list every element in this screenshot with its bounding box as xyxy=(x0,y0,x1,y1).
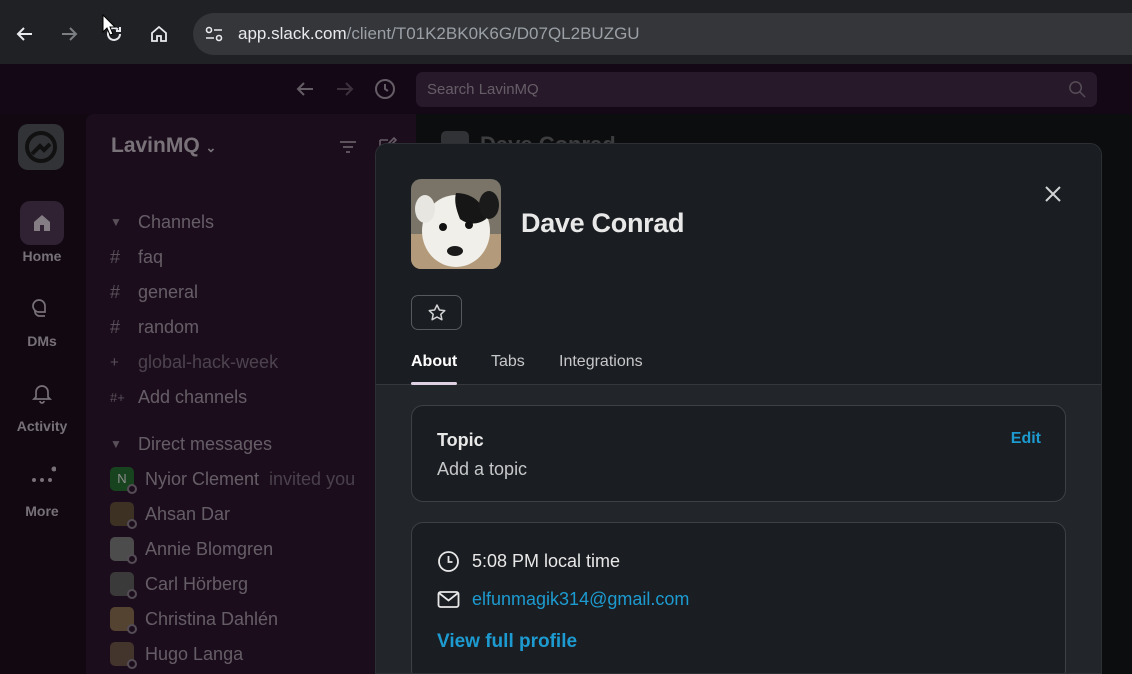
arrow-left-icon xyxy=(16,27,32,41)
url-path: /client/T01K2BK0K6G/D07QL2BUZGU xyxy=(346,24,640,43)
mail-icon xyxy=(437,591,460,608)
profile-photo xyxy=(411,179,501,269)
profile-name: Dave Conrad xyxy=(521,208,685,238)
browser-toolbar: app.slack.com/client/T01K2BK0K6G/D07QL2B… xyxy=(0,0,1132,64)
arrow-right-icon xyxy=(62,27,78,41)
star-icon xyxy=(427,303,446,320)
close-icon xyxy=(1045,186,1061,202)
close-button[interactable] xyxy=(1036,177,1070,211)
clock-icon xyxy=(438,551,459,572)
address-bar[interactable]: app.slack.com/client/T01K2BK0K6G/D07QL2B… xyxy=(193,13,1132,55)
profile-tabs: About Tabs Integrations xyxy=(376,347,1101,385)
email-link[interactable]: elfunmagik314@gmail.com xyxy=(472,589,689,610)
add-topic-text[interactable]: Add a topic xyxy=(437,459,527,480)
puppy-photo-icon xyxy=(411,179,501,269)
url-domain: app.slack.com xyxy=(238,24,347,43)
tab-about[interactable]: About xyxy=(411,353,457,371)
home-icon xyxy=(151,25,167,42)
tab-tabs[interactable]: Tabs xyxy=(491,353,525,371)
star-button[interactable] xyxy=(411,295,462,330)
topic-title: Topic xyxy=(437,430,484,450)
contact-card: 5:08 PM local time elfunmagik314@gmail.c… xyxy=(411,522,1066,673)
site-settings-icon[interactable] xyxy=(203,24,225,44)
topic-card: Topic Add a topic Edit xyxy=(411,405,1066,502)
edit-topic-link[interactable]: Edit xyxy=(1011,430,1041,448)
local-time-row: 5:08 PM local time xyxy=(437,550,620,573)
email-row: elfunmagik314@gmail.com xyxy=(437,589,689,610)
browser-back-button[interactable] xyxy=(5,14,45,54)
profile-body: Topic Add a topic Edit 5:08 PM local tim… xyxy=(376,385,1101,673)
profile-modal: Dave Conrad About Tabs Integrations Topi… xyxy=(375,143,1102,674)
view-full-profile-link[interactable]: View full profile xyxy=(437,631,577,653)
browser-forward-button[interactable] xyxy=(49,14,89,54)
profile-header: Dave Conrad About Tabs Integrations xyxy=(376,144,1101,385)
browser-home-button[interactable] xyxy=(139,14,179,54)
tab-integrations[interactable]: Integrations xyxy=(559,353,643,371)
local-time-text: 5:08 PM local time xyxy=(472,551,621,571)
url-text: app.slack.com/client/T01K2BK0K6G/D07QL2B… xyxy=(238,24,640,44)
mouse-cursor-icon xyxy=(102,14,116,36)
